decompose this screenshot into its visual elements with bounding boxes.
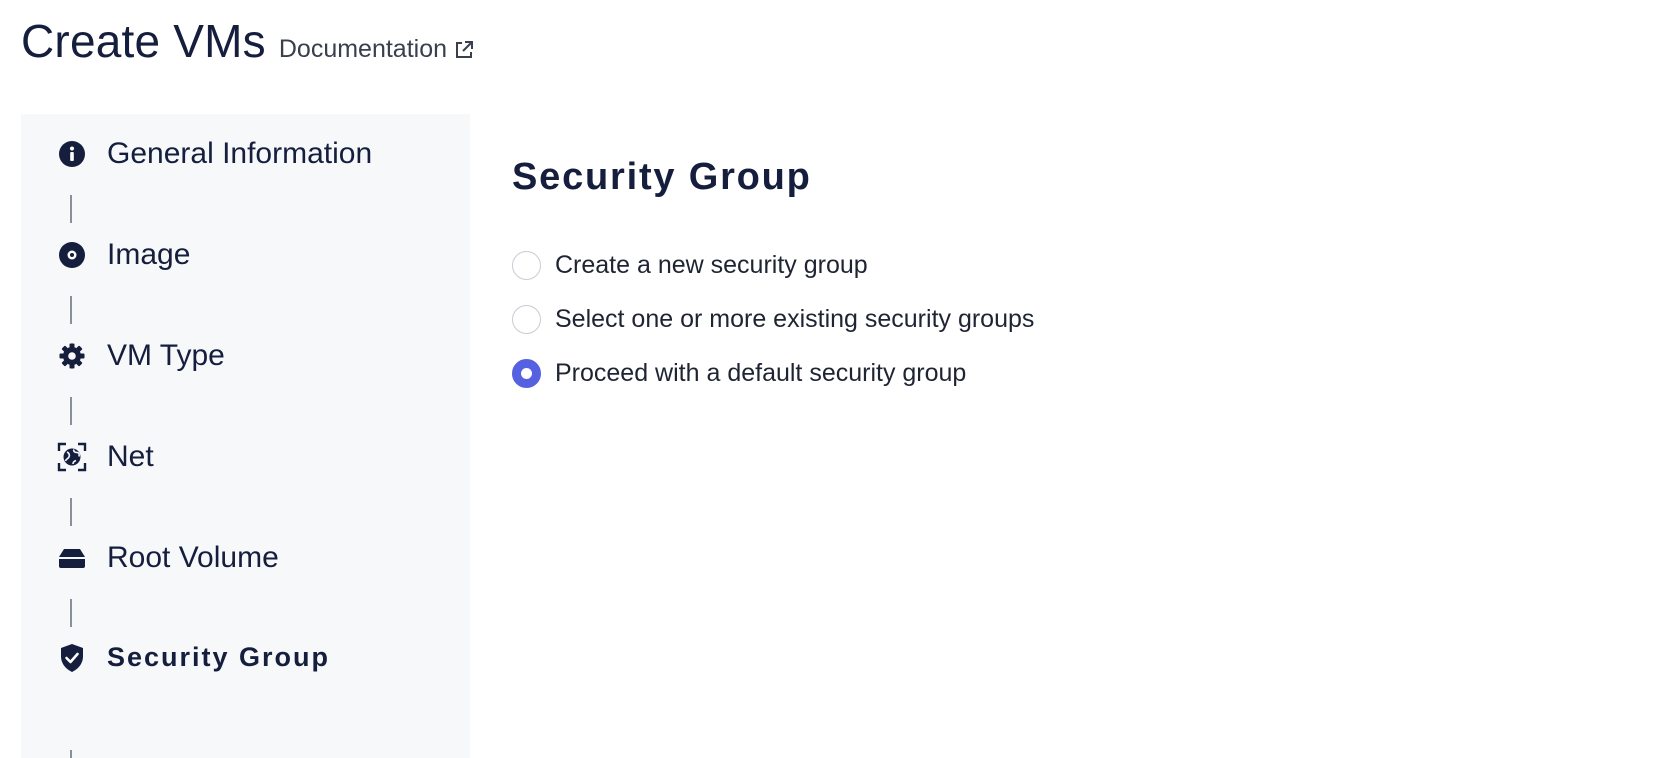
step-connector bbox=[70, 599, 72, 627]
step-net[interactable]: Net bbox=[57, 440, 154, 474]
option-create-new-security-group[interactable]: Create a new security group bbox=[512, 250, 1034, 280]
step-connector bbox=[70, 397, 72, 425]
step-label: VM Type bbox=[107, 339, 225, 372]
radio-button-selected[interactable] bbox=[512, 358, 541, 388]
radio-button[interactable] bbox=[512, 250, 541, 280]
option-label: Create a new security group bbox=[555, 250, 868, 279]
shield-check-icon bbox=[57, 643, 87, 673]
option-label: Proceed with a default security group bbox=[555, 358, 967, 387]
documentation-link[interactable]: Documentation bbox=[279, 35, 475, 64]
step-general-information[interactable]: General Information bbox=[57, 137, 372, 171]
step-image[interactable]: Image bbox=[57, 238, 190, 272]
step-security-group[interactable]: Security Group bbox=[57, 642, 330, 673]
option-select-existing-security-groups[interactable]: Select one or more existing security gro… bbox=[512, 304, 1034, 334]
step-connector bbox=[70, 296, 72, 324]
section-title: Security Group bbox=[512, 156, 812, 198]
step-connector bbox=[70, 195, 72, 223]
step-vm-type[interactable]: VM Type bbox=[57, 339, 225, 373]
page-title: Create VMs bbox=[21, 15, 266, 67]
option-default-security-group[interactable]: Proceed with a default security group bbox=[512, 358, 1034, 388]
gear-icon bbox=[57, 341, 87, 371]
steps-sidebar: General Information Image VM Type Net Ro… bbox=[21, 114, 470, 758]
page-header: Create VMs Documentation bbox=[21, 14, 475, 68]
step-label: Net bbox=[107, 440, 154, 473]
radio-dot bbox=[521, 367, 532, 379]
step-label: Security Group bbox=[107, 642, 331, 672]
step-root-volume[interactable]: Root Volume bbox=[57, 541, 279, 575]
disc-icon bbox=[57, 240, 87, 270]
step-label: General Information bbox=[107, 137, 373, 170]
radio-button[interactable] bbox=[512, 304, 541, 334]
step-connector bbox=[70, 498, 72, 526]
option-label: Select one or more existing security gro… bbox=[555, 304, 1035, 333]
external-link-icon bbox=[453, 39, 475, 61]
step-label: Root Volume bbox=[107, 541, 279, 574]
step-label: Image bbox=[107, 238, 191, 271]
documentation-link-label: Documentation bbox=[278, 35, 448, 63]
drive-icon bbox=[57, 543, 87, 573]
security-group-options: Create a new security group Select one o… bbox=[512, 250, 1034, 412]
globe-scan-icon bbox=[57, 442, 87, 472]
info-icon bbox=[57, 139, 87, 169]
step-connector bbox=[70, 750, 72, 758]
